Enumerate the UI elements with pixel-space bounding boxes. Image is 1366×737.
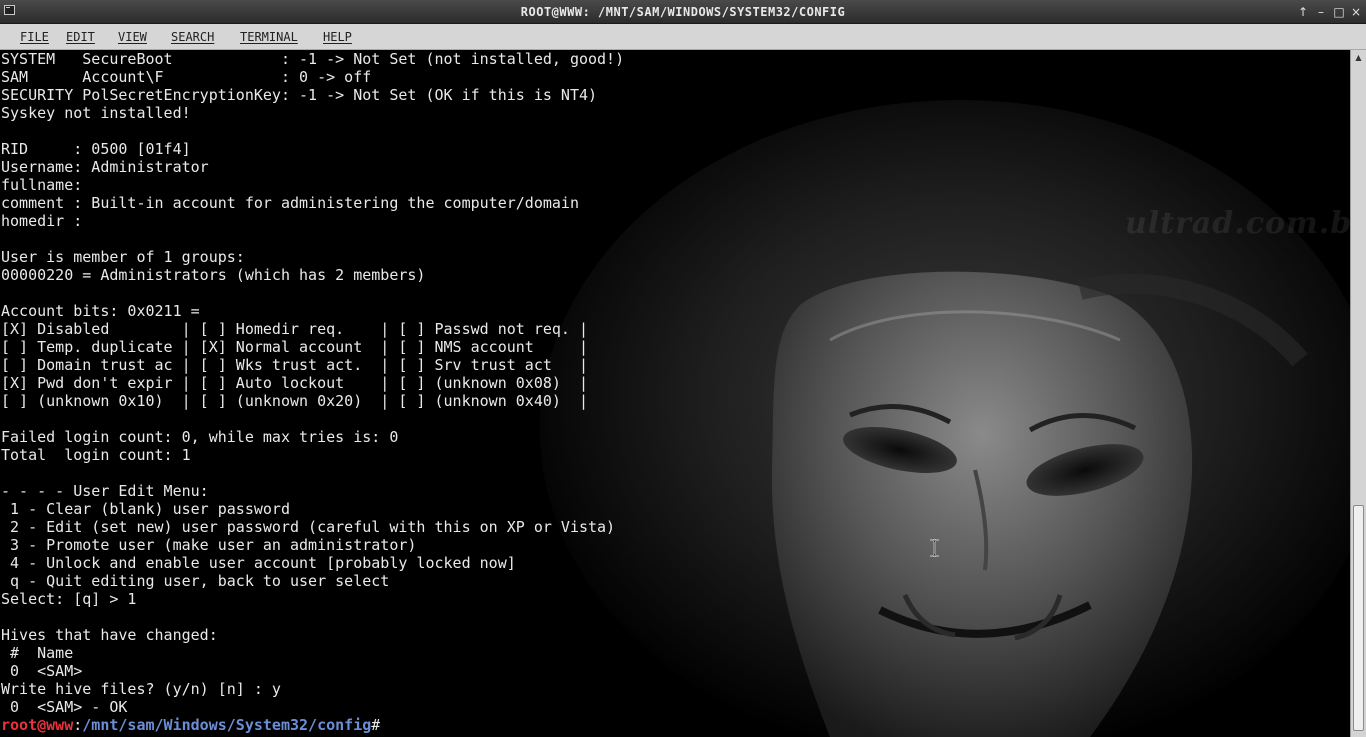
terminal-area[interactable]: ultrad.com.br SYSTEM SecureBoot : -1 -> … xyxy=(0,50,1350,737)
terminal-line: comment : Built-in account for administe… xyxy=(1,194,579,212)
terminal-line: [X] Pwd don't expir | [ ] Auto lockout |… xyxy=(1,374,588,392)
watermark-text: ultrad.com.br xyxy=(1125,206,1350,241)
window-titlebar: root@www: /mnt/sam/Windows/System32/conf… xyxy=(0,0,1366,24)
menu-search[interactable]: Search xyxy=(171,24,214,50)
terminal-line: 4 - Unlock and enable user account [prob… xyxy=(1,554,516,572)
terminal-line: Account bits: 0x0211 = xyxy=(1,302,200,320)
maximize-button[interactable]: □ xyxy=(1331,4,1347,20)
terminal-line: Syskey not installed! xyxy=(1,104,191,122)
terminal-line: # Name xyxy=(1,644,74,662)
terminal-line: fullname: xyxy=(1,176,83,194)
terminal-line: SYSTEM SecureBoot : -1 -> Not Set (not i… xyxy=(1,50,625,68)
arrow-up-icon[interactable]: ↑ xyxy=(1295,4,1311,20)
terminal-line: 00000220 = Administrators (which has 2 m… xyxy=(1,266,426,284)
menu-view[interactable]: View xyxy=(118,24,147,50)
terminal-line: 0 <SAM> - OK xyxy=(1,698,128,716)
terminal-line: SAM Account\F : 0 -> off xyxy=(1,68,372,86)
terminal-line: [ ] (unknown 0x10) | [ ] (unknown 0x20) … xyxy=(1,392,588,410)
terminal-line: q - Quit editing user, back to user sele… xyxy=(1,572,390,590)
terminal-line: [ ] Temp. duplicate | [X] Normal account… xyxy=(1,338,588,356)
terminal-line: [ ] Domain trust ac | [ ] Wks trust act.… xyxy=(1,356,588,374)
terminal-line: Hives that have changed: xyxy=(1,626,218,644)
text-cursor xyxy=(380,717,390,733)
minimize-button[interactable]: – xyxy=(1313,4,1329,20)
menu-terminal[interactable]: Terminal xyxy=(240,24,298,50)
terminal-line: homedir : xyxy=(1,212,83,230)
terminal-line: Write hive files? (y/n) [n] : y xyxy=(1,680,281,698)
prompt-separator: : xyxy=(73,716,83,734)
terminal-line: - - - - User Edit Menu: xyxy=(1,482,209,500)
terminal-line: 1 - Clear (blank) user password xyxy=(1,500,290,518)
menubar: File Edit View Search Terminal Help xyxy=(0,24,1366,50)
scroll-up-icon[interactable]: ▲ xyxy=(1351,50,1366,66)
menu-edit[interactable]: Edit xyxy=(66,24,95,50)
terminal-line: Failed login count: 0, while max tries i… xyxy=(1,428,399,446)
menu-help[interactable]: Help xyxy=(323,24,352,50)
ibeam-cursor-icon xyxy=(930,539,939,557)
terminal-line: [X] Disabled | [ ] Homedir req. | [ ] Pa… xyxy=(1,320,588,338)
prompt-path: /mnt/sam/Windows/System32/config xyxy=(82,716,372,734)
terminal-line: RID : 0500 [01f4] xyxy=(1,140,191,158)
terminal-line: Total login count: 1 xyxy=(1,446,191,464)
terminal-line: Username: Administrator xyxy=(1,158,209,176)
terminal-line: 3 - Promote user (make user an administr… xyxy=(1,536,417,554)
scrollbar-thumb[interactable] xyxy=(1353,505,1364,731)
vertical-scrollbar[interactable]: ▲ xyxy=(1350,50,1366,737)
window-title: root@www: /mnt/sam/Windows/System32/conf… xyxy=(520,5,846,19)
terminal-line: 0 <SAM> xyxy=(1,662,83,680)
close-button[interactable]: × xyxy=(1348,4,1364,20)
terminal-line: User is member of 1 groups: xyxy=(1,248,245,266)
prompt-user-host: root@www xyxy=(1,716,74,734)
shell-prompt[interactable]: root@www:/mnt/sam/Windows/System32/confi… xyxy=(1,716,390,734)
prompt-symbol: # xyxy=(371,716,381,734)
terminal-line: 2 - Edit (set new) user password (carefu… xyxy=(1,518,616,536)
terminal-line: Select: [q] > 1 xyxy=(1,590,137,608)
terminal-line: SECURITY PolSecretEncryptionKey: -1 -> N… xyxy=(1,86,598,104)
menu-file[interactable]: File xyxy=(20,24,49,50)
